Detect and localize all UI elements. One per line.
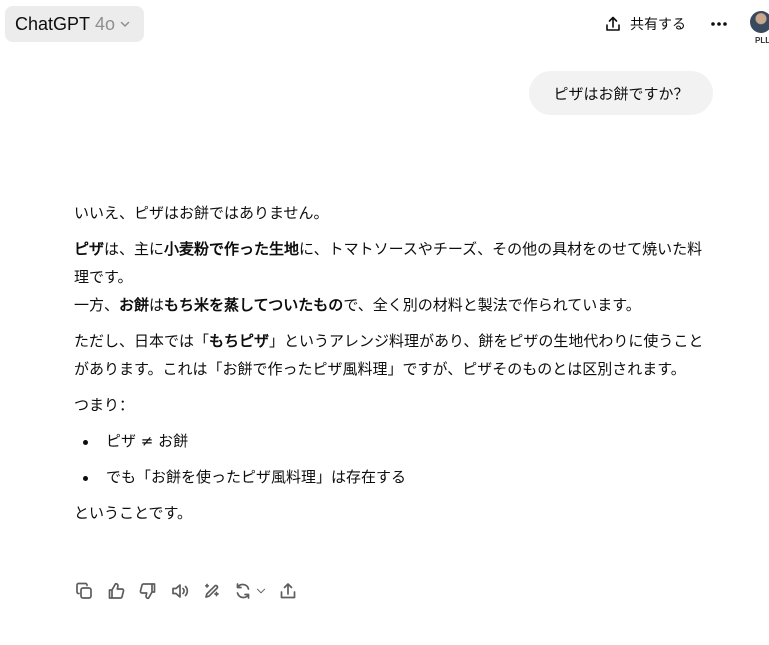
list-item: でも「お餅を使ったピザ風料理」は存在する [74, 463, 714, 491]
edit-in-canvas-button[interactable] [200, 579, 224, 603]
good-response-button[interactable] [104, 579, 128, 603]
regenerate-button[interactable] [232, 579, 268, 603]
edit-canvas-icon [204, 583, 219, 598]
bold-text: お餅 [119, 296, 150, 314]
thumbs-up-icon [108, 582, 125, 599]
text-run: 一方、 [74, 296, 120, 314]
chevron-down-icon [119, 18, 131, 30]
share-button[interactable]: 共有する [604, 11, 686, 37]
text-run: は [149, 296, 165, 314]
read-aloud-button[interactable] [168, 579, 192, 603]
text-run: で、全く別の材料と製法で作られています。 [343, 296, 641, 314]
share-response-button[interactable] [276, 579, 300, 603]
bold-text: もち米を蒸してついたもの [164, 296, 344, 314]
response-paragraph: 一方、お餅はもち米を蒸してついたもので、全く別の材料と製法で作られています。 [74, 291, 714, 319]
response-paragraph: ただし、日本では「もちピザ」というアレンジ料理があり、餅をピザの生地代わりに使う… [74, 327, 714, 383]
copy-button[interactable] [72, 579, 96, 603]
text-run: は、主に [104, 240, 165, 258]
response-paragraph: ピザは、主に小麦粉で作った生地に、トマトソースやチーズ、その他の具材をのせて焼い… [74, 235, 714, 291]
user-message-text: ピザはお餅ですか？ [553, 84, 689, 103]
bold-text: もちピザ [209, 332, 270, 350]
model-selector-button[interactable]: ChatGPT 4o [5, 6, 144, 42]
avatar-label: PLL [755, 36, 769, 45]
share-label: 共有する [630, 17, 686, 33]
bad-response-button[interactable] [136, 579, 160, 603]
text-run: ただし、日本では「 [74, 332, 210, 350]
copy-icon [76, 582, 92, 599]
model-name: ChatGPT [15, 13, 91, 34]
share-icon [280, 583, 296, 599]
list-item: ピザ ≠ お餅 [74, 427, 714, 455]
bullet-list: ピザ ≠ お餅 でも「お餅を使ったピザ風料理」は存在する [74, 427, 714, 491]
bold-text: 小麦粉で作った生地 [164, 240, 300, 258]
model-version: 4o [95, 13, 116, 34]
upload-icon [604, 15, 622, 33]
read-aloud-icon [172, 584, 189, 598]
response-paragraph: つまり： [74, 396, 135, 414]
chevron-down-icon [256, 588, 266, 594]
assistant-response: いいえ、ピザはお餅ではありません。 ピザは、主に小麦粉で作った生地に、トマトソー… [74, 199, 714, 527]
response-paragraph: ということです。 [74, 504, 193, 522]
user-message-bubble: ピザはお餅ですか？ [529, 71, 713, 115]
avatar[interactable] [750, 11, 769, 33]
regenerate-icon [236, 583, 250, 599]
ellipsis-icon [710, 21, 728, 27]
thumbs-down-icon [139, 583, 156, 600]
bold-text: ピザ [74, 240, 105, 258]
response-paragraph: いいえ、ピザはお餅ではありません。 [74, 204, 329, 222]
more-options-button[interactable] [707, 14, 731, 34]
response-actions [72, 579, 308, 603]
